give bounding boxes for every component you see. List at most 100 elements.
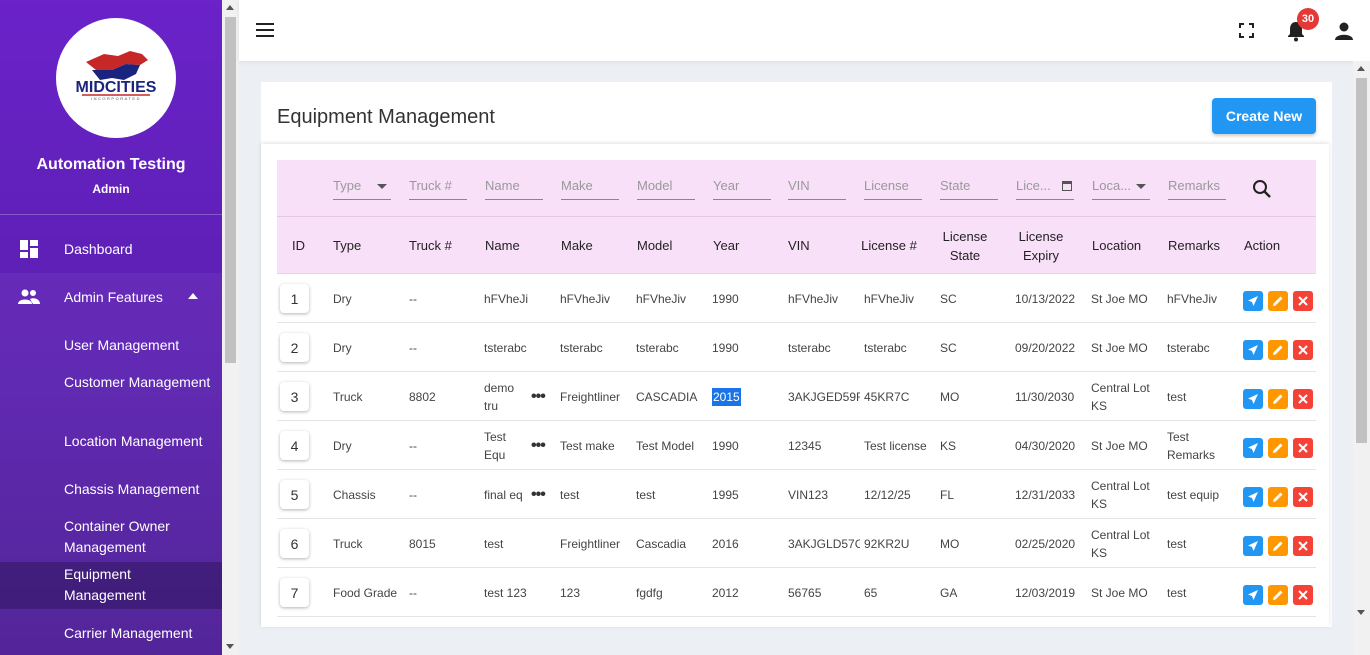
- view-button[interactable]: [1243, 536, 1263, 556]
- filter-year[interactable]: Year: [713, 178, 771, 200]
- edit-button[interactable]: [1268, 291, 1288, 311]
- user-icon[interactable]: [1333, 20, 1355, 42]
- row-id[interactable]: 5: [280, 480, 309, 509]
- sidebar: MIDCITIES INCORPORATED Automation Testin…: [0, 0, 222, 655]
- scroll-up-arrow-icon[interactable]: [1357, 66, 1365, 71]
- scroll-up-arrow-icon[interactable]: [226, 5, 234, 10]
- main-scrollbar[interactable]: [1353, 61, 1370, 655]
- delete-button[interactable]: [1293, 536, 1313, 556]
- cell-name: final eq: [484, 487, 523, 502]
- sidebar-item-dashboard[interactable]: Dashboard: [0, 238, 222, 260]
- sidebar-item-carrier-management[interactable]: Carrier Management: [64, 623, 214, 644]
- filter-state[interactable]: State: [940, 178, 998, 200]
- table-row[interactable]: 5 Chassis -- final eq ••• test test 1995…: [277, 470, 1316, 519]
- main-scroll-thumb[interactable]: [1356, 78, 1367, 443]
- calendar-icon[interactable]: [1062, 181, 1072, 191]
- table-row[interactable]: 3 Truck 8802 demo tru ••• Freightliner C…: [277, 372, 1316, 421]
- cell-name: hFVheJiv: [484, 291, 528, 306]
- row-id[interactable]: 1: [280, 284, 309, 313]
- edit-button[interactable]: [1268, 340, 1288, 360]
- column-header-name: Name: [485, 238, 520, 253]
- filter-remarks[interactable]: Remarks: [1168, 178, 1226, 200]
- delete-button[interactable]: [1293, 487, 1313, 507]
- cell-vin: hFVheJiv: [788, 291, 839, 306]
- scroll-down-arrow-icon[interactable]: [226, 644, 234, 649]
- table-row[interactable]: 1 Dry -- hFVheJiv hFVheJiv hFVheJiv 1990…: [277, 274, 1316, 323]
- delete-button[interactable]: [1293, 585, 1313, 605]
- sidebar-scrollbar[interactable]: [222, 0, 239, 655]
- filter-license[interactable]: License: [864, 178, 922, 200]
- cell-make: test: [560, 487, 580, 502]
- filter-license-expiry[interactable]: Lice...: [1016, 178, 1074, 200]
- cell-license: tsterabc: [864, 340, 907, 355]
- cell-make: Test make: [560, 438, 615, 453]
- table-row[interactable]: 7 Food Grade -- test 123 123 fgdfg 2012 …: [277, 568, 1316, 617]
- view-button[interactable]: [1243, 291, 1263, 311]
- sidebar-scroll-thumb[interactable]: [225, 17, 236, 363]
- cell-license: 12/12/25: [864, 487, 911, 502]
- row-id[interactable]: 4: [280, 431, 309, 460]
- send-icon: [1248, 394, 1258, 404]
- delete-button[interactable]: [1293, 438, 1313, 458]
- send-icon: [1248, 541, 1258, 551]
- sidebar-item-chassis-management[interactable]: Chassis Management: [64, 479, 214, 500]
- edit-button[interactable]: [1268, 487, 1288, 507]
- create-new-button[interactable]: Create New: [1212, 98, 1316, 134]
- edit-button[interactable]: [1268, 536, 1288, 556]
- cell-license-state: MO: [940, 389, 960, 404]
- table-header: ID Type Truck # Name Make Model Year VIN…: [277, 217, 1316, 274]
- table-row[interactable]: 2 Dry -- tsterabc tsterabc tsterabc 1990…: [277, 323, 1316, 372]
- view-button[interactable]: [1243, 585, 1263, 605]
- people-icon: [18, 286, 40, 308]
- sidebar-item-location-management[interactable]: Location Management: [64, 431, 214, 452]
- sidebar-item-user-management[interactable]: User Management: [64, 335, 214, 356]
- search-icon[interactable]: [1252, 179, 1272, 199]
- filter-type[interactable]: Type: [333, 178, 391, 200]
- cell-remarks: Test Remarks: [1167, 429, 1216, 462]
- fullscreen-icon[interactable]: [1239, 23, 1254, 38]
- delete-button[interactable]: [1293, 340, 1313, 360]
- cell-remarks: test equip: [1167, 487, 1220, 502]
- more-options-icon[interactable]: •••: [531, 470, 546, 519]
- cell-year-value: 2012: [712, 585, 739, 600]
- filter-model[interactable]: Model: [637, 178, 695, 200]
- filter-name[interactable]: Name: [485, 178, 543, 200]
- more-options-icon[interactable]: •••: [531, 372, 546, 421]
- table-row[interactable]: 4 Dry -- Test Equ ••• Test make Test Mod…: [277, 421, 1316, 470]
- delete-button[interactable]: [1293, 291, 1313, 311]
- sidebar-item-container-owner-management[interactable]: Container Owner Management: [64, 516, 214, 558]
- filter-make[interactable]: Make: [561, 178, 619, 200]
- cell-name: test 123: [484, 585, 527, 600]
- cell-location: St Joe MO: [1091, 585, 1148, 600]
- row-id[interactable]: 6: [280, 529, 309, 558]
- filter-vin[interactable]: VIN: [788, 178, 846, 200]
- table-row[interactable]: 6 Truck 8015 test Freightliner Cascadia …: [277, 519, 1316, 568]
- row-id[interactable]: 7: [280, 578, 309, 607]
- cell-model: Cascadia: [636, 536, 687, 551]
- cell-license-state: SC: [940, 291, 957, 306]
- row-id[interactable]: 3: [280, 382, 309, 411]
- more-options-icon[interactable]: •••: [531, 421, 546, 470]
- cell-year: 1990: [712, 421, 784, 470]
- delete-button[interactable]: [1293, 389, 1313, 409]
- scroll-down-arrow-icon[interactable]: [1357, 610, 1365, 615]
- cell-year-value: 1995: [712, 487, 739, 502]
- equipment-card: Equipment Management Create New Type Tru…: [261, 82, 1332, 627]
- view-button[interactable]: [1243, 438, 1263, 458]
- sidebar-item-customer-management[interactable]: Customer Management: [64, 372, 214, 393]
- sidebar-item-admin-features[interactable]: Admin Features: [0, 286, 222, 308]
- row-id[interactable]: 2: [280, 333, 309, 362]
- view-button[interactable]: [1243, 389, 1263, 409]
- view-button[interactable]: [1243, 340, 1263, 360]
- column-header-license-state: License State: [942, 228, 988, 263]
- edit-button[interactable]: [1268, 438, 1288, 458]
- sidebar-item-equipment-management[interactable]: Equipment Management: [64, 564, 214, 606]
- chevron-up-icon: [188, 293, 198, 299]
- menu-icon[interactable]: [256, 23, 274, 37]
- filter-location[interactable]: Loca...: [1092, 178, 1150, 200]
- cell-model: Test Model: [636, 438, 695, 453]
- filter-truck[interactable]: Truck #: [409, 178, 467, 200]
- edit-button[interactable]: [1268, 389, 1288, 409]
- edit-button[interactable]: [1268, 585, 1288, 605]
- view-button[interactable]: [1243, 487, 1263, 507]
